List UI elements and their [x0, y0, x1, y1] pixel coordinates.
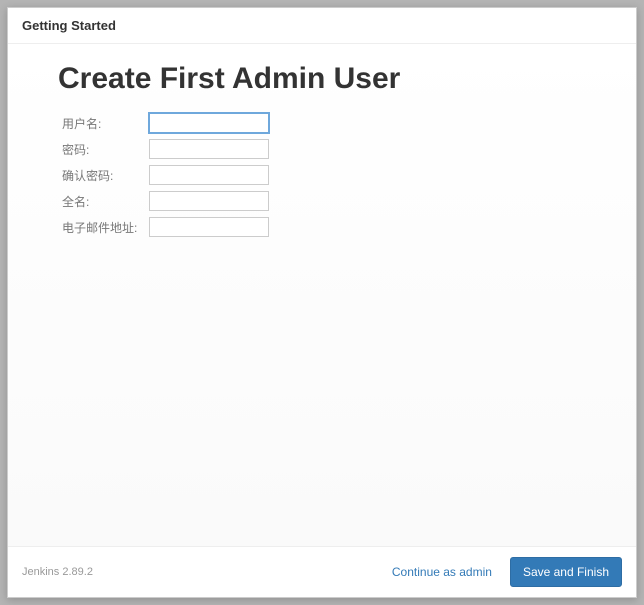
confirm-password-label: 确认密码:	[58, 162, 145, 188]
modal-footer: Jenkins 2.89.2 Continue as admin Save an…	[8, 546, 636, 597]
admin-user-form: 用户名: 密码: 确认密码: 全名:	[58, 110, 273, 240]
password-input[interactable]	[149, 139, 269, 159]
username-input[interactable]	[149, 113, 269, 133]
save-and-finish-button[interactable]: Save and Finish	[510, 557, 622, 587]
fullname-input[interactable]	[149, 191, 269, 211]
page-heading: Create First Admin User	[58, 62, 586, 96]
modal-title: Getting Started	[22, 18, 622, 33]
form-row-password: 密码:	[58, 136, 273, 162]
form-row-confirm-password: 确认密码:	[58, 162, 273, 188]
modal-header: Getting Started	[8, 8, 636, 44]
email-label: 电子邮件地址:	[58, 214, 145, 240]
password-label: 密码:	[58, 136, 145, 162]
form-row-fullname: 全名:	[58, 188, 273, 214]
username-label: 用户名:	[58, 110, 145, 136]
email-input[interactable]	[149, 217, 269, 237]
modal-body: Create First Admin User 用户名: 密码: 确认密码:	[8, 44, 636, 546]
confirm-password-input[interactable]	[149, 165, 269, 185]
continue-as-admin-button[interactable]: Continue as admin	[380, 559, 504, 585]
form-row-email: 电子邮件地址:	[58, 214, 273, 240]
fullname-label: 全名:	[58, 188, 145, 214]
setup-wizard-modal: Getting Started Create First Admin User …	[7, 7, 637, 598]
form-row-username: 用户名:	[58, 110, 273, 136]
version-text: Jenkins 2.89.2	[22, 566, 93, 578]
